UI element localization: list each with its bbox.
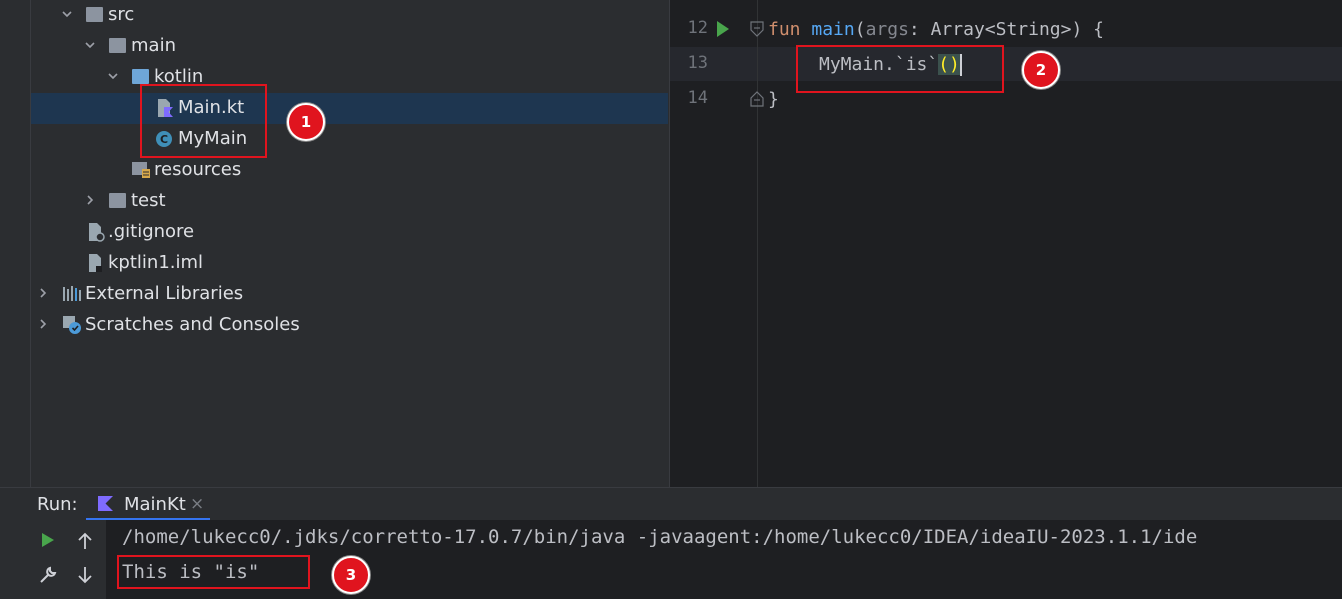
folder-icon — [109, 38, 126, 53]
close-icon[interactable]: × — [190, 494, 204, 514]
chevron-right-icon[interactable] — [38, 319, 48, 329]
folder-icon — [109, 193, 126, 208]
tree-item-label: kptlin1.iml — [108, 252, 204, 273]
gutter-divider — [757, 0, 758, 487]
fold-icon[interactable] — [750, 21, 764, 38]
tree-item-iml[interactable]: kptlin1.iml — [31, 248, 668, 279]
tab-mainkt[interactable]: MainKt × — [86, 488, 210, 521]
fold-end-icon[interactable] — [750, 90, 764, 107]
run-label: Run: — [37, 494, 78, 515]
keyword-fun: fun — [768, 19, 801, 40]
tree-item-main-kt[interactable]: Main.kt — [31, 93, 668, 124]
code-line-14: } — [768, 88, 779, 112]
chevron-right-icon[interactable] — [38, 288, 48, 298]
tab-label: MainKt — [124, 494, 186, 515]
folder-icon — [86, 7, 103, 22]
wrench-icon[interactable] — [39, 566, 57, 584]
tree-item-external-libraries[interactable]: External Libraries — [31, 279, 668, 310]
resources-folder-icon — [132, 162, 150, 178]
code-line-12: fun main(args: Array<String>) { — [768, 18, 1104, 42]
tree-item-label: src — [108, 4, 135, 25]
tree-item-mymain[interactable]: C MyMain — [31, 124, 668, 155]
chevron-down-icon[interactable] — [85, 40, 95, 50]
left-tool-strip — [0, 0, 31, 487]
closing-brace: } — [768, 89, 779, 110]
function-name: main — [811, 19, 855, 40]
source-folder-icon — [132, 69, 149, 84]
tree-item-label: resources — [154, 159, 242, 180]
chevron-right-icon[interactable] — [85, 195, 95, 205]
code-editor[interactable]: 12 13 14 fun main(args: Array<String>) {… — [669, 0, 1342, 487]
tree-item-resources[interactable]: resources — [31, 155, 668, 186]
chevron-down-icon[interactable] — [108, 71, 118, 81]
tree-item-main[interactable]: main — [31, 31, 668, 62]
current-line-highlight — [670, 47, 1342, 81]
tree-item-src[interactable]: src — [31, 0, 668, 31]
module-file-icon — [89, 254, 102, 272]
tree-item-label: test — [131, 190, 166, 211]
param-type: : Array<String>) { — [908, 19, 1104, 40]
annotation-badge-3: 3 — [332, 556, 370, 594]
rerun-icon[interactable] — [41, 532, 55, 548]
run-gutter-icon[interactable] — [716, 20, 730, 38]
tree-item-label: .gitignore — [108, 221, 195, 242]
param-name: args — [865, 19, 909, 40]
open-paren: ( — [854, 19, 866, 40]
annotation-box-1 — [140, 84, 267, 158]
annotation-badge-2: 2 — [1022, 51, 1060, 89]
line-number: 14 — [687, 88, 708, 108]
tree-item-label: External Libraries — [85, 283, 244, 304]
annotation-box-3 — [117, 555, 310, 589]
tree-item-label: main — [131, 35, 176, 56]
arrow-down-icon[interactable] — [77, 566, 93, 584]
kotlin-icon — [98, 496, 113, 511]
console-line-command: /home/lukecc0/.jdks/corretto-17.0.7/bin/… — [122, 526, 1198, 548]
annotation-box-2 — [796, 45, 1004, 93]
annotation-badge-1: 1 — [287, 103, 325, 141]
arrow-up-icon[interactable] — [77, 532, 93, 550]
ignore-file-icon — [89, 223, 105, 242]
tree-item-scratches[interactable]: Scratches and Consoles — [31, 310, 668, 341]
tree-item-kotlin[interactable]: kotlin — [31, 62, 668, 93]
tree-item-gitignore[interactable]: .gitignore — [31, 217, 668, 248]
line-number: 13 — [687, 53, 708, 73]
scratches-icon — [63, 316, 81, 334]
tree-item-test[interactable]: test — [31, 186, 668, 217]
libraries-icon — [63, 286, 81, 301]
tree-item-label: Scratches and Consoles — [85, 314, 300, 335]
console-toolbar — [0, 520, 106, 599]
run-toolbar: Run: MainKt × — [0, 487, 1342, 521]
line-number: 12 — [687, 18, 708, 38]
project-tree: src main kotlin Main.kt C MyMain resourc… — [31, 0, 668, 487]
chevron-down-icon[interactable] — [62, 9, 72, 19]
